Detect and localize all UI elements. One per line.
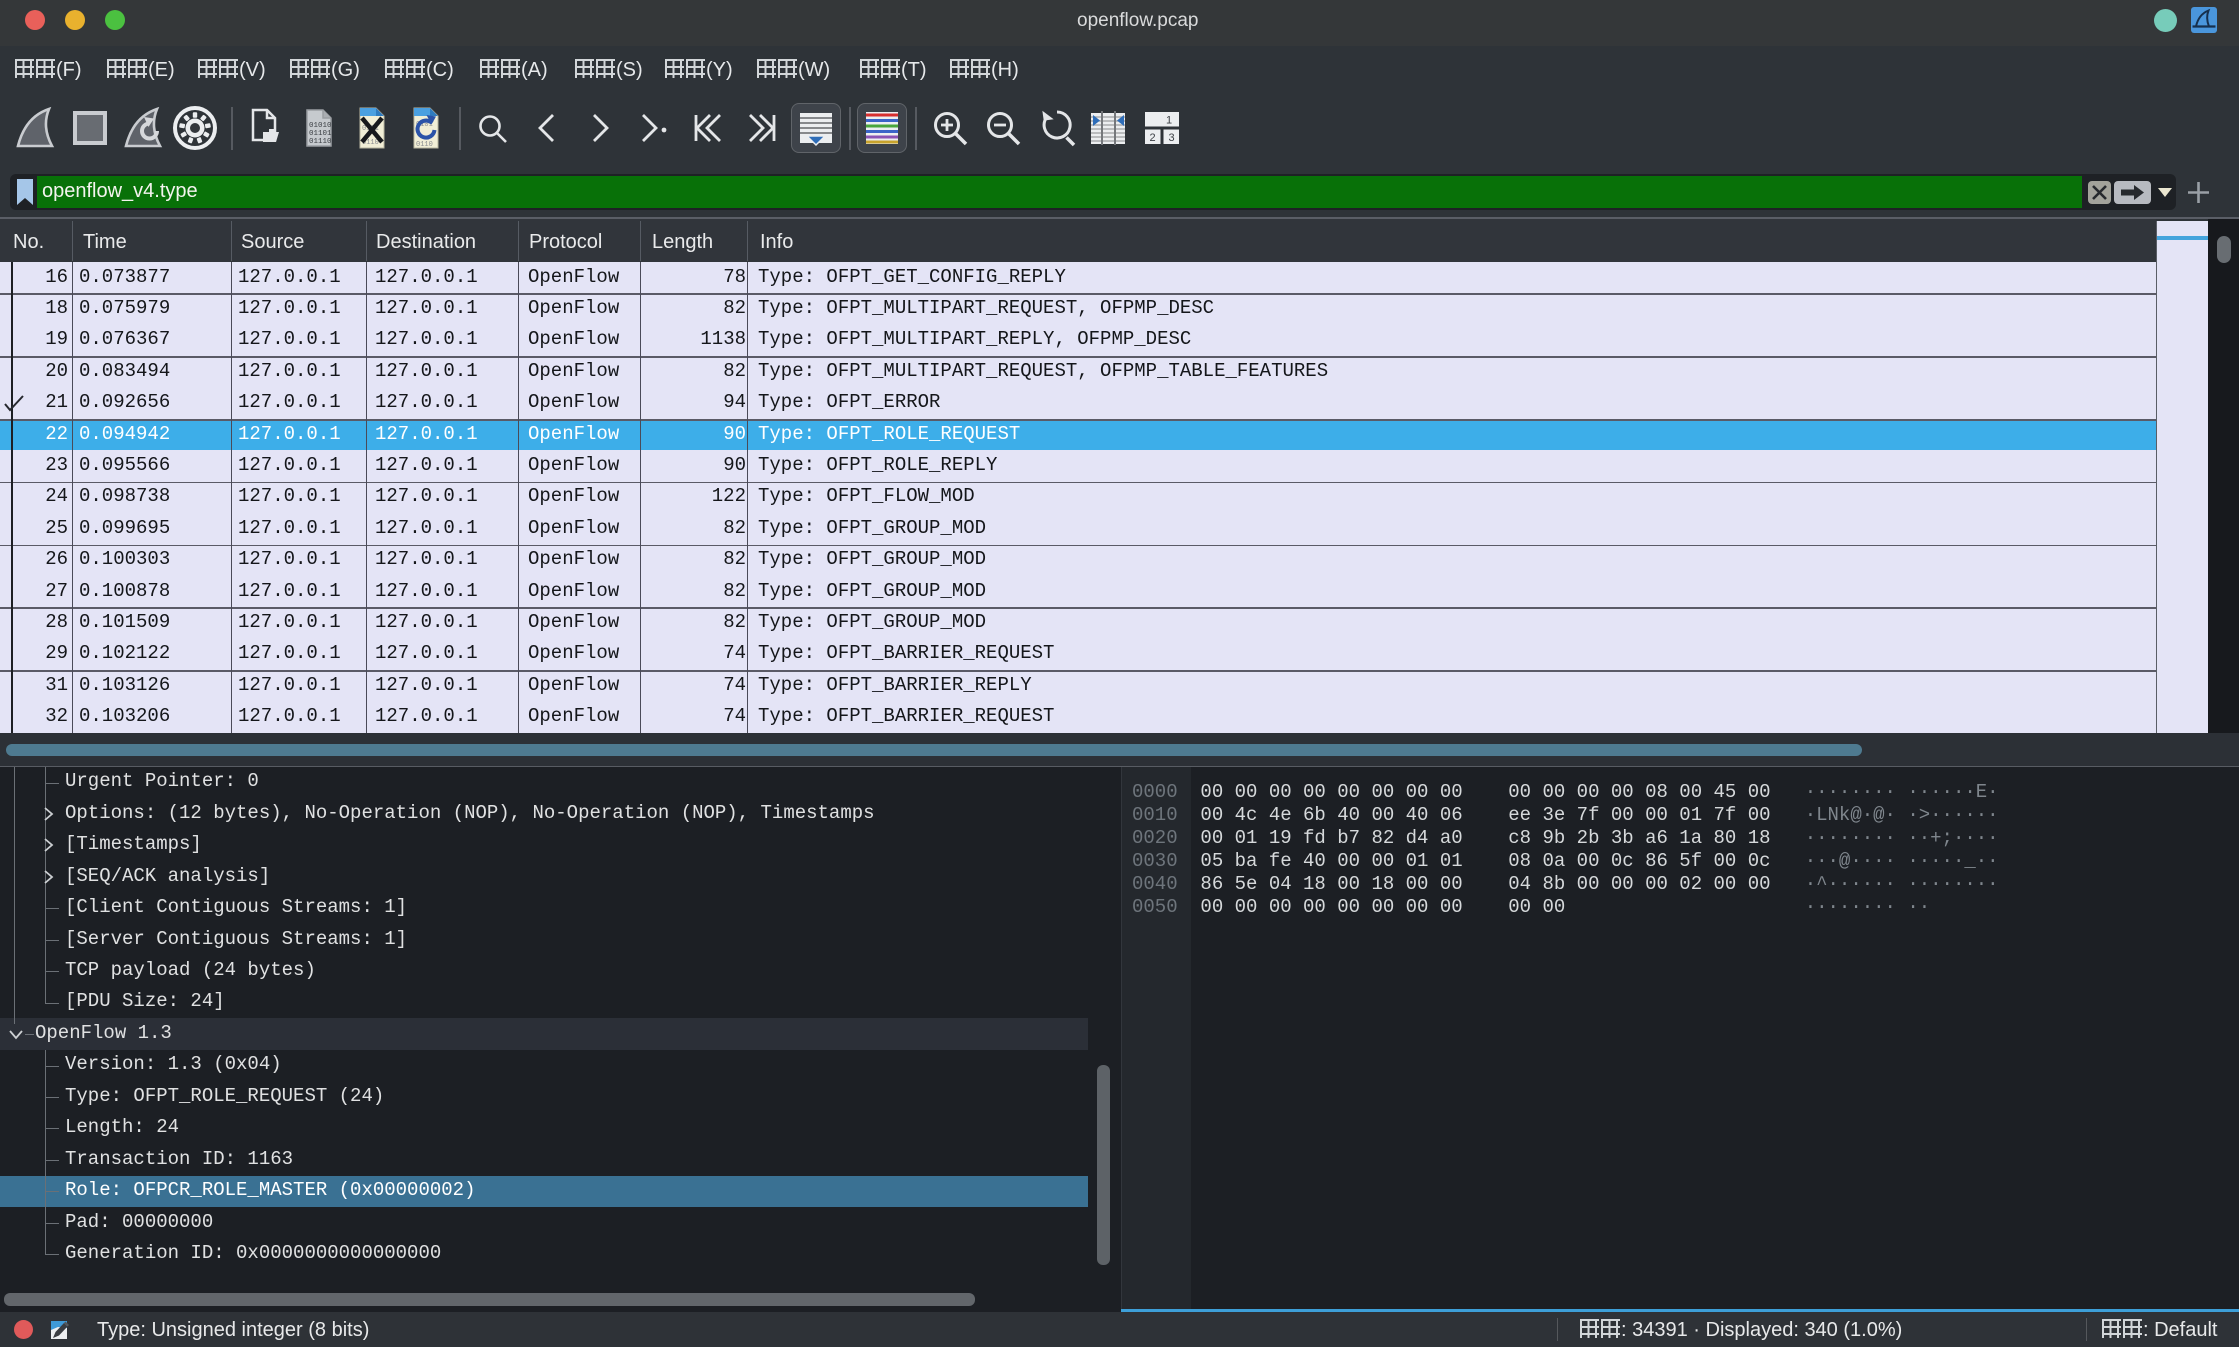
- svg-text:01110: 01110: [309, 138, 332, 146]
- svg-text:0110: 0110: [416, 141, 433, 149]
- svg-text:01101: 01101: [309, 130, 332, 138]
- svg-text:2: 2: [1150, 132, 1156, 144]
- svg-text:1: 1: [1166, 115, 1172, 127]
- svg-text:3: 3: [1169, 132, 1175, 144]
- svg-text:01010: 01010: [309, 122, 332, 130]
